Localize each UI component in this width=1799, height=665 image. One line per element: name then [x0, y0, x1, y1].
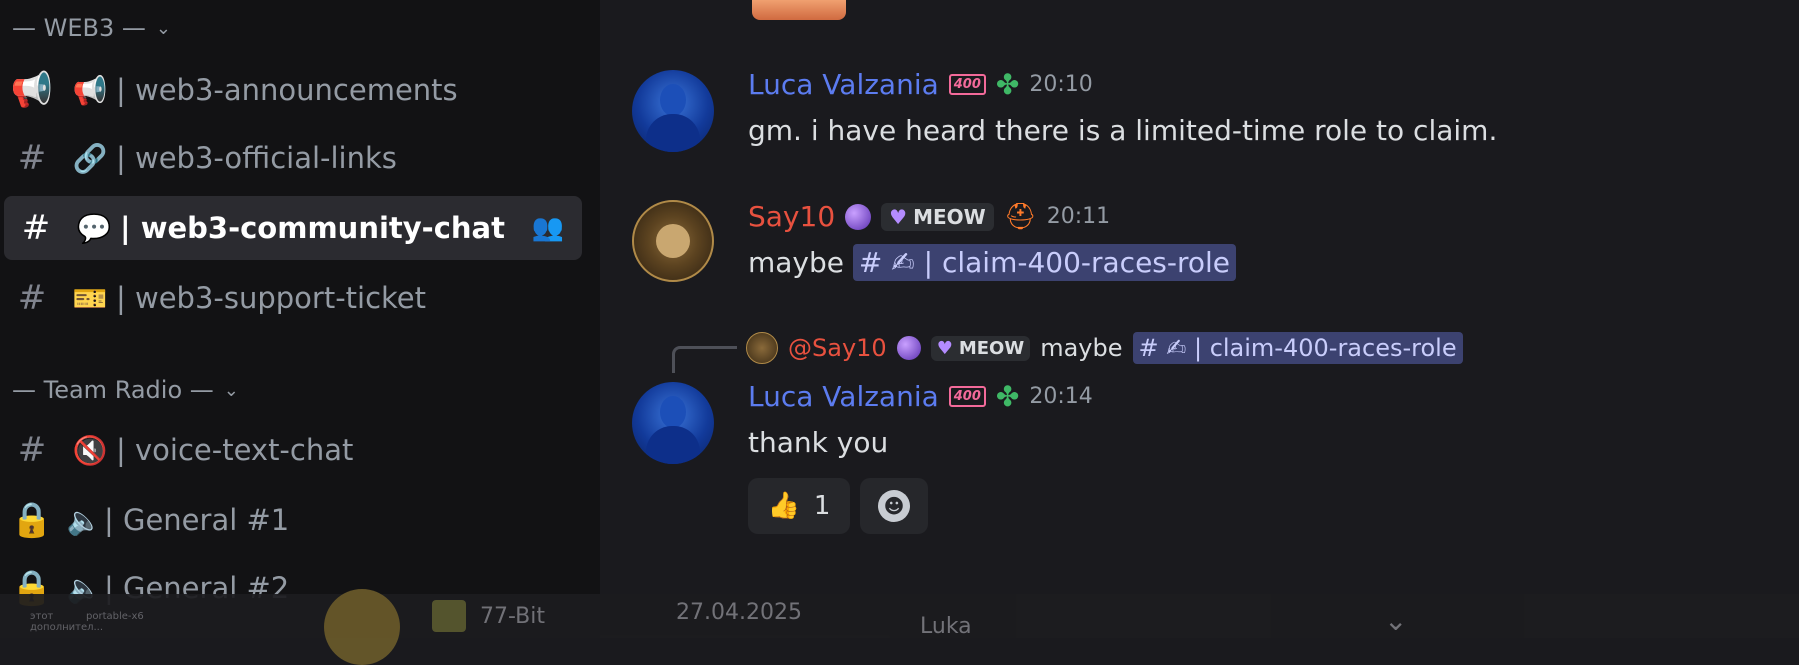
channel-mention[interactable]: # ✍ | claim-400-races-role — [1132, 332, 1463, 364]
reply-text: maybe — [1040, 334, 1123, 362]
reply-preview[interactable]: @Say10 ♥ MEOW maybe # ✍ | claim-400-races… — [746, 332, 1463, 364]
message-header: Luca Valzania 400 ✤ 20:14 — [748, 380, 1093, 413]
thumbs-up-icon: 👍 — [767, 491, 800, 521]
taskbar-label: 27.04.2025 — [676, 599, 802, 625]
clover-icon: ✤ — [995, 68, 1020, 101]
channel-sidebar: — WEB3 — ⌄ 📢 📢 | web3-announcements # 🔗 … — [0, 0, 600, 638]
reply-connector — [672, 346, 737, 373]
channel-name: | web3-community-chat — [120, 211, 505, 245]
channel-emoji: 🔗 — [72, 141, 108, 175]
channel-emoji: 🔇 — [72, 433, 108, 467]
channel-name: | web3-official-links — [116, 141, 397, 175]
taskbar-small-item[interactable]: дополнител... — [30, 616, 103, 638]
speaker-icon: 🔈 — [66, 503, 102, 537]
orb-icon — [845, 203, 872, 230]
heart-icon: ♥ — [936, 337, 953, 359]
avatar[interactable] — [632, 200, 714, 282]
channel-web3-support-ticket[interactable]: # 🎫 | web3-support-ticket — [0, 266, 582, 330]
taskbar: этот portable-x6 дополнител... 77-Bit 27… — [0, 589, 1799, 665]
taskbar-small-label: дополнител... — [30, 621, 104, 633]
avatar — [324, 589, 400, 665]
guild-tag-label: MEOW — [913, 204, 986, 229]
channel-mention[interactable]: # ✍ | claim-400-races-role — [852, 244, 1237, 281]
reaction-count: 1 — [813, 491, 831, 521]
chevron-down-icon: ⌄ — [155, 17, 171, 39]
megaphone-icon: 📢 — [10, 70, 54, 110]
orb-icon — [896, 336, 921, 360]
category-label: — WEB3 — — [12, 14, 146, 42]
taskbar-label: Luka — [920, 613, 972, 639]
chevron-down-icon[interactable]: ⌄ — [1384, 598, 1407, 642]
add-user-icon[interactable]: 👥 — [532, 213, 564, 243]
add-reaction-button[interactable]: ☻ — [860, 478, 928, 534]
author-name[interactable]: Luca Valzania — [748, 68, 939, 101]
app-icon — [432, 600, 466, 632]
message-header: Luca Valzania 400 ✤ 20:10 — [748, 68, 1093, 101]
guild-tag-label: MEOW — [958, 337, 1025, 359]
timestamp: 20:10 — [1029, 72, 1093, 97]
channel-name: | web3-support-ticket — [116, 281, 427, 315]
guild-tag: ♥ MEOW — [930, 335, 1031, 361]
channel-voice-text-chat[interactable]: # 🔇 | voice-text-chat — [0, 418, 582, 482]
message-text: thank you — [748, 426, 889, 459]
taskbar-date: 27.04.2025 — [676, 590, 802, 634]
hash-icon: # — [21, 208, 51, 248]
channel-web3-community-chat[interactable]: # 💬 | web3-community-chat 👥 — [4, 196, 582, 260]
hash-icon: # — [17, 430, 47, 470]
voice-channel-general-1[interactable]: 🔒 🔈 | General #1 — [0, 488, 582, 552]
helmet-icon: ⛑ — [1003, 201, 1037, 232]
reply-avatar — [746, 332, 778, 364]
message-body: maybe — [748, 246, 845, 279]
channel-web3-announcements[interactable]: 📢 📢 | web3-announcements — [0, 58, 582, 122]
channel-emoji: 💬 — [76, 211, 112, 245]
taskbar-label: 77-Bit — [480, 603, 545, 629]
lock-icon: 🔒 — [10, 500, 54, 540]
author-name[interactable]: Luca Valzania — [748, 380, 939, 413]
category-web3[interactable]: — WEB3 — ⌄ — [12, 14, 171, 42]
smiley-icon: ☻ — [878, 490, 910, 522]
category-label: — Team Radio — — [12, 376, 214, 404]
reply-author[interactable]: @Say10 — [788, 334, 887, 362]
channel-name: | voice-text-chat — [116, 433, 354, 467]
channel-emoji: 🎫 — [72, 281, 108, 315]
avatar-partial — [752, 0, 846, 20]
server-badge: 400 — [948, 74, 986, 95]
hash-icon: # — [17, 138, 47, 178]
taskbar-avatar[interactable] — [324, 589, 400, 665]
clover-icon: ✤ — [995, 380, 1020, 413]
category-team-radio[interactable]: — Team Radio — ⌄ — [12, 376, 239, 404]
avatar[interactable] — [632, 382, 714, 464]
message-header: Say10 ♥ MEOW ⛑ 20:11 — [748, 200, 1110, 233]
hash-icon: # — [17, 278, 47, 318]
guild-tag[interactable]: ♥ MEOW — [881, 202, 994, 231]
chevron-down-icon: ⌄ — [223, 379, 239, 401]
timestamp: 20:14 — [1029, 384, 1093, 409]
avatar[interactable] — [632, 70, 714, 152]
channel-name: | General #1 — [104, 503, 290, 537]
taskbar-item-luka[interactable]: Luka — [920, 604, 972, 648]
message-text: gm. i have heard there is a limited-time… — [748, 114, 1498, 147]
channel-web3-official-links[interactable]: # 🔗 | web3-official-links — [0, 126, 582, 190]
channel-name: | web3-announcements — [116, 73, 458, 107]
message-text: maybe # ✍ | claim-400-races-role — [748, 244, 1237, 281]
server-badge: 400 — [948, 386, 986, 407]
channel-emoji: 📢 — [72, 73, 108, 107]
heart-icon: ♥ — [889, 204, 908, 229]
taskbar-item-77bit[interactable]: 77-Bit — [432, 594, 545, 638]
author-name[interactable]: Say10 — [748, 200, 835, 233]
reaction-thumbs-up[interactable]: 👍 1 — [748, 478, 850, 534]
timestamp: 20:11 — [1046, 204, 1111, 229]
